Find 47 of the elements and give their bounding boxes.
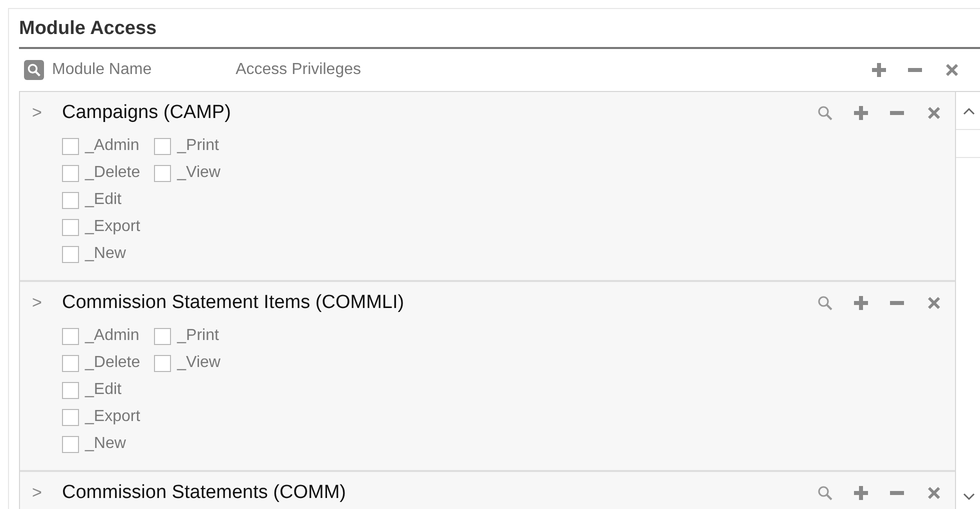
column-header: Access Privileges <box>236 60 361 80</box>
chevron-up-icon[interactable] <box>962 106 974 114</box>
expand-toggle[interactable]: > <box>32 480 62 506</box>
module-name: Campaigns (CAMP) <box>62 100 231 125</box>
checkbox[interactable] <box>154 328 172 344</box>
module-name: Commission Statements (COMM) <box>62 480 346 505</box>
checkbox-label: _Edit <box>85 380 122 400</box>
search-icon[interactable] <box>817 485 833 501</box>
expand-toggle[interactable]: > <box>32 290 62 316</box>
add-icon[interactable] <box>853 295 869 311</box>
checkbox-label: _New <box>85 434 126 454</box>
checkbox[interactable] <box>62 164 79 182</box>
checkbox-label: _Delete <box>85 163 140 183</box>
checkbox-label: _Admin <box>85 136 140 156</box>
checkbox-label: _Edit <box>85 190 122 210</box>
section-title: Module Access <box>19 17 158 41</box>
search-icon[interactable] <box>817 105 833 121</box>
checkbox[interactable] <box>62 354 79 372</box>
checkbox[interactable] <box>62 246 79 262</box>
checkbox[interactable] <box>62 408 79 426</box>
chevron-down-icon[interactable] <box>962 493 974 501</box>
module-name: Commission Statement Items (COMMLI) <box>62 290 404 315</box>
checkbox-label: _Print <box>177 136 219 156</box>
column-header: Module Name <box>52 60 152 80</box>
add-icon[interactable] <box>871 62 887 78</box>
checkbox[interactable] <box>62 382 79 398</box>
checkbox-label: _Export <box>85 217 140 237</box>
checkbox-label: _Print <box>177 326 219 346</box>
checkbox[interactable] <box>62 436 79 452</box>
checkbox[interactable] <box>154 138 172 154</box>
checkbox-label: _Admin <box>85 326 140 346</box>
search-icon[interactable] <box>817 295 833 311</box>
expand-toggle[interactable]: > <box>32 100 62 126</box>
add-icon[interactable] <box>853 105 869 121</box>
checkbox-label: _Export <box>85 407 140 427</box>
checkbox-label: _View <box>177 163 220 183</box>
search-icon[interactable] <box>24 60 44 80</box>
checkbox[interactable] <box>62 328 79 344</box>
checkbox-label: _Delete <box>85 353 140 373</box>
checkbox[interactable] <box>62 218 79 236</box>
checkbox-label: _New <box>85 244 126 264</box>
checkbox[interactable] <box>154 164 172 182</box>
checkbox-label: _View <box>177 353 220 373</box>
checkbox[interactable] <box>62 138 79 154</box>
add-icon[interactable] <box>853 485 869 501</box>
checkbox[interactable] <box>62 192 79 208</box>
checkbox[interactable] <box>154 354 172 372</box>
